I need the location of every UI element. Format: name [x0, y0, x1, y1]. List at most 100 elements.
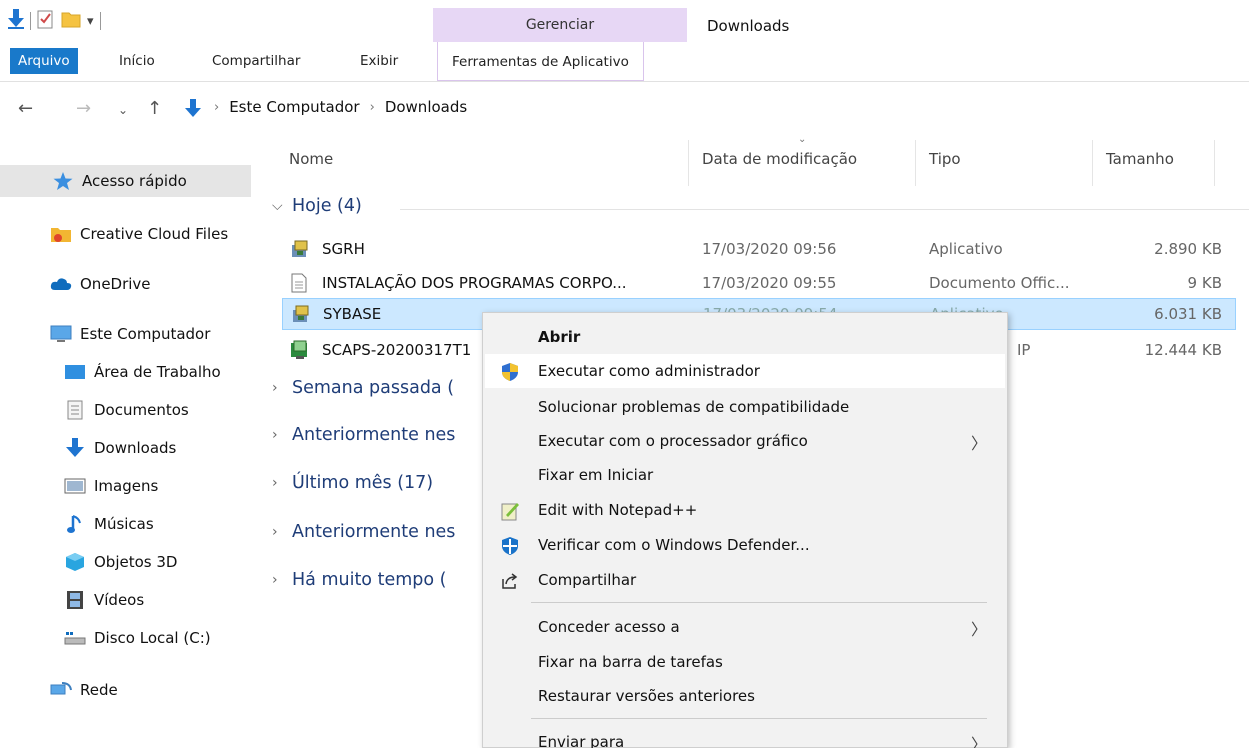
file-size: 6.031 KB — [1154, 305, 1222, 323]
desktop-folder-icon — [64, 363, 86, 381]
forward-arrow-icon[interactable]: → — [76, 98, 91, 119]
breadcrumb-separator-icon[interactable]: › — [214, 100, 219, 115]
back-arrow-icon[interactable]: ← — [18, 98, 33, 119]
group-header-semana-passada[interactable]: › Semana passada ( — [272, 378, 454, 398]
menu-item-executar-como-administrador[interactable]: Executar como administrador — [485, 354, 1005, 388]
tab-compartilhar[interactable]: Compartilhar — [204, 48, 308, 74]
sidebar-item-musicas[interactable]: Músicas — [0, 508, 154, 540]
chevron-right-icon: › — [272, 475, 278, 491]
breadcrumb: › Este Computador › Downloads — [214, 98, 467, 116]
file-size: 12.444 KB — [1144, 341, 1222, 359]
notepad-plus-plus-icon — [500, 501, 520, 521]
menu-item-fixar-em-iniciar[interactable]: Fixar em Iniciar — [485, 458, 1005, 492]
sidebar-item-label: Imagens — [94, 477, 159, 495]
column-header-data[interactable]: Data de modificação — [702, 150, 857, 168]
window-title: Downloads — [707, 17, 790, 35]
download-arrow-icon[interactable] — [8, 9, 24, 33]
group-label: Último mês (17) — [292, 473, 434, 493]
breadcrumb-este-computador[interactable]: Este Computador — [229, 98, 359, 116]
sidebar-item-videos[interactable]: Vídeos — [0, 584, 144, 616]
chevron-right-icon: › — [272, 427, 278, 443]
file-type: Documento Offic... — [929, 274, 1070, 292]
menu-item-verificar-windows-defender[interactable]: Verificar com o Windows Defender... — [485, 528, 1005, 562]
group-header-ultimo-mes[interactable]: › Último mês (17) — [272, 473, 433, 493]
document-icon — [290, 273, 310, 293]
menu-item-solucionar-problemas[interactable]: Solucionar problemas de compatibilidade — [485, 390, 1005, 424]
column-header-tipo[interactable]: Tipo — [929, 150, 961, 168]
column-divider[interactable] — [1214, 140, 1215, 186]
group-header-anteriormente-1[interactable]: › Anteriormente nes — [272, 425, 455, 445]
ribbon-tab-bar: Arquivo Início Compartilhar Exibir Ferra… — [0, 42, 1249, 82]
menu-item-label: Restaurar versões anteriores — [538, 687, 755, 705]
sidebar-item-documentos[interactable]: Documentos — [0, 394, 189, 426]
sidebar-item-downloads[interactable]: Downloads — [0, 432, 176, 464]
column-divider[interactable] — [1092, 140, 1093, 186]
column-divider[interactable] — [688, 140, 689, 186]
tab-arquivo[interactable]: Arquivo — [10, 48, 78, 74]
menu-item-conceder-acesso[interactable]: Conceder acesso a 〉 — [485, 610, 1005, 644]
sidebar-item-label: Área de Trabalho — [94, 363, 221, 381]
sidebar-item-onedrive[interactable]: OneDrive — [0, 268, 151, 300]
menu-item-enviar-para[interactable]: Enviar para 〉 — [485, 725, 1005, 748]
menu-item-compartilhar[interactable]: Compartilhar — [485, 563, 1005, 597]
properties-icon[interactable] — [37, 9, 55, 33]
table-row[interactable]: INSTALAÇÃO DOS PROGRAMAS CORPO... 17/03/… — [282, 267, 1236, 299]
context-menu: Abrir Executar como administrador Soluci… — [482, 312, 1008, 748]
tab-inicio[interactable]: Início — [111, 48, 163, 74]
documents-icon — [64, 400, 86, 420]
group-header-hoje[interactable]: ⌵ Hoje (4) — [272, 196, 362, 216]
column-header-tamanho[interactable]: Tamanho — [1106, 150, 1174, 168]
share-icon — [500, 571, 520, 591]
cloud-icon — [50, 275, 72, 293]
menu-item-fixar-barra-tarefas[interactable]: Fixar na barra de tarefas — [485, 645, 1005, 679]
group-header-anteriormente-2[interactable]: › Anteriormente nes — [272, 522, 455, 542]
tab-exibir[interactable]: Exibir — [352, 48, 406, 74]
breadcrumb-downloads[interactable]: Downloads — [385, 98, 467, 116]
menu-divider — [531, 602, 987, 603]
menu-item-executar-com-processador-grafico[interactable]: Executar com o processador gráfico 〉 — [485, 424, 1005, 458]
column-divider[interactable] — [915, 140, 916, 186]
menu-item-edit-with-notepad[interactable]: Edit with Notepad++ — [485, 493, 1005, 527]
file-size: 9 KB — [1187, 274, 1222, 292]
menu-item-label: Verificar com o Windows Defender... — [538, 536, 810, 554]
sidebar-item-disco-local[interactable]: Disco Local (C:) — [0, 622, 211, 654]
table-row[interactable]: SGRH 17/03/2020 09:56 Aplicativo 2.890 K… — [282, 233, 1236, 265]
sidebar-item-label: Acesso rápido — [82, 172, 187, 190]
sidebar-item-label: Objetos 3D — [94, 553, 178, 571]
chevron-right-icon: › — [272, 380, 278, 396]
group-label: Anteriormente nes — [292, 522, 456, 542]
drive-icon — [64, 629, 86, 647]
sidebar-item-creative-cloud-files[interactable]: Creative Cloud Files — [0, 218, 228, 250]
address-bar: ← → ⌄ ↑ › Este Computador › Downloads — [0, 92, 1249, 128]
star-icon — [52, 172, 74, 190]
group-label: Semana passada ( — [292, 378, 455, 398]
menu-item-abrir[interactable]: Abrir — [485, 320, 1005, 354]
chevron-down-icon: ⌵ — [272, 198, 283, 214]
menu-item-label: Fixar na barra de tarefas — [538, 653, 723, 671]
sidebar-item-imagens[interactable]: Imagens — [0, 470, 158, 502]
recent-locations-chevron-icon[interactable]: ⌄ — [118, 103, 128, 117]
column-header-nome[interactable]: Nome — [289, 150, 333, 168]
tab-ferramentas-de-aplicativo[interactable]: Ferramentas de Aplicativo — [437, 42, 644, 81]
film-icon — [64, 591, 86, 609]
navigation-pane: Acesso rápido Creative Cloud Files OneDr… — [0, 140, 255, 748]
file-name: SCAPS-20200317T1 — [322, 341, 472, 359]
contextual-group-label: Gerenciar — [525, 17, 595, 33]
quick-access-toolbar: ▾ — [8, 9, 101, 33]
sidebar-item-label: Rede — [80, 681, 118, 699]
up-arrow-icon[interactable]: ↑ — [147, 98, 162, 119]
sidebar-item-objetos-3d[interactable]: Objetos 3D — [0, 546, 177, 578]
group-header-ha-muito-tempo[interactable]: › Há muito tempo ( — [272, 570, 446, 590]
menu-item-label: Executar como administrador — [538, 362, 760, 380]
menu-item-restaurar-versoes[interactable]: Restaurar versões anteriores — [485, 679, 1005, 713]
sidebar-item-rede[interactable]: Rede — [0, 674, 118, 706]
sidebar-item-label: OneDrive — [80, 275, 151, 293]
zip-icon — [290, 340, 310, 360]
customize-toolbar-icon[interactable]: ▾ — [87, 14, 94, 29]
new-folder-icon[interactable] — [61, 10, 81, 32]
sidebar-item-area-de-trabalho[interactable]: Área de Trabalho — [0, 356, 221, 388]
sidebar-item-acesso-rapido[interactable]: Acesso rápido — [0, 165, 251, 197]
breadcrumb-separator-icon[interactable]: › — [370, 100, 375, 115]
file-size: 2.890 KB — [1154, 240, 1222, 258]
sidebar-item-este-computador[interactable]: Este Computador — [0, 318, 210, 350]
